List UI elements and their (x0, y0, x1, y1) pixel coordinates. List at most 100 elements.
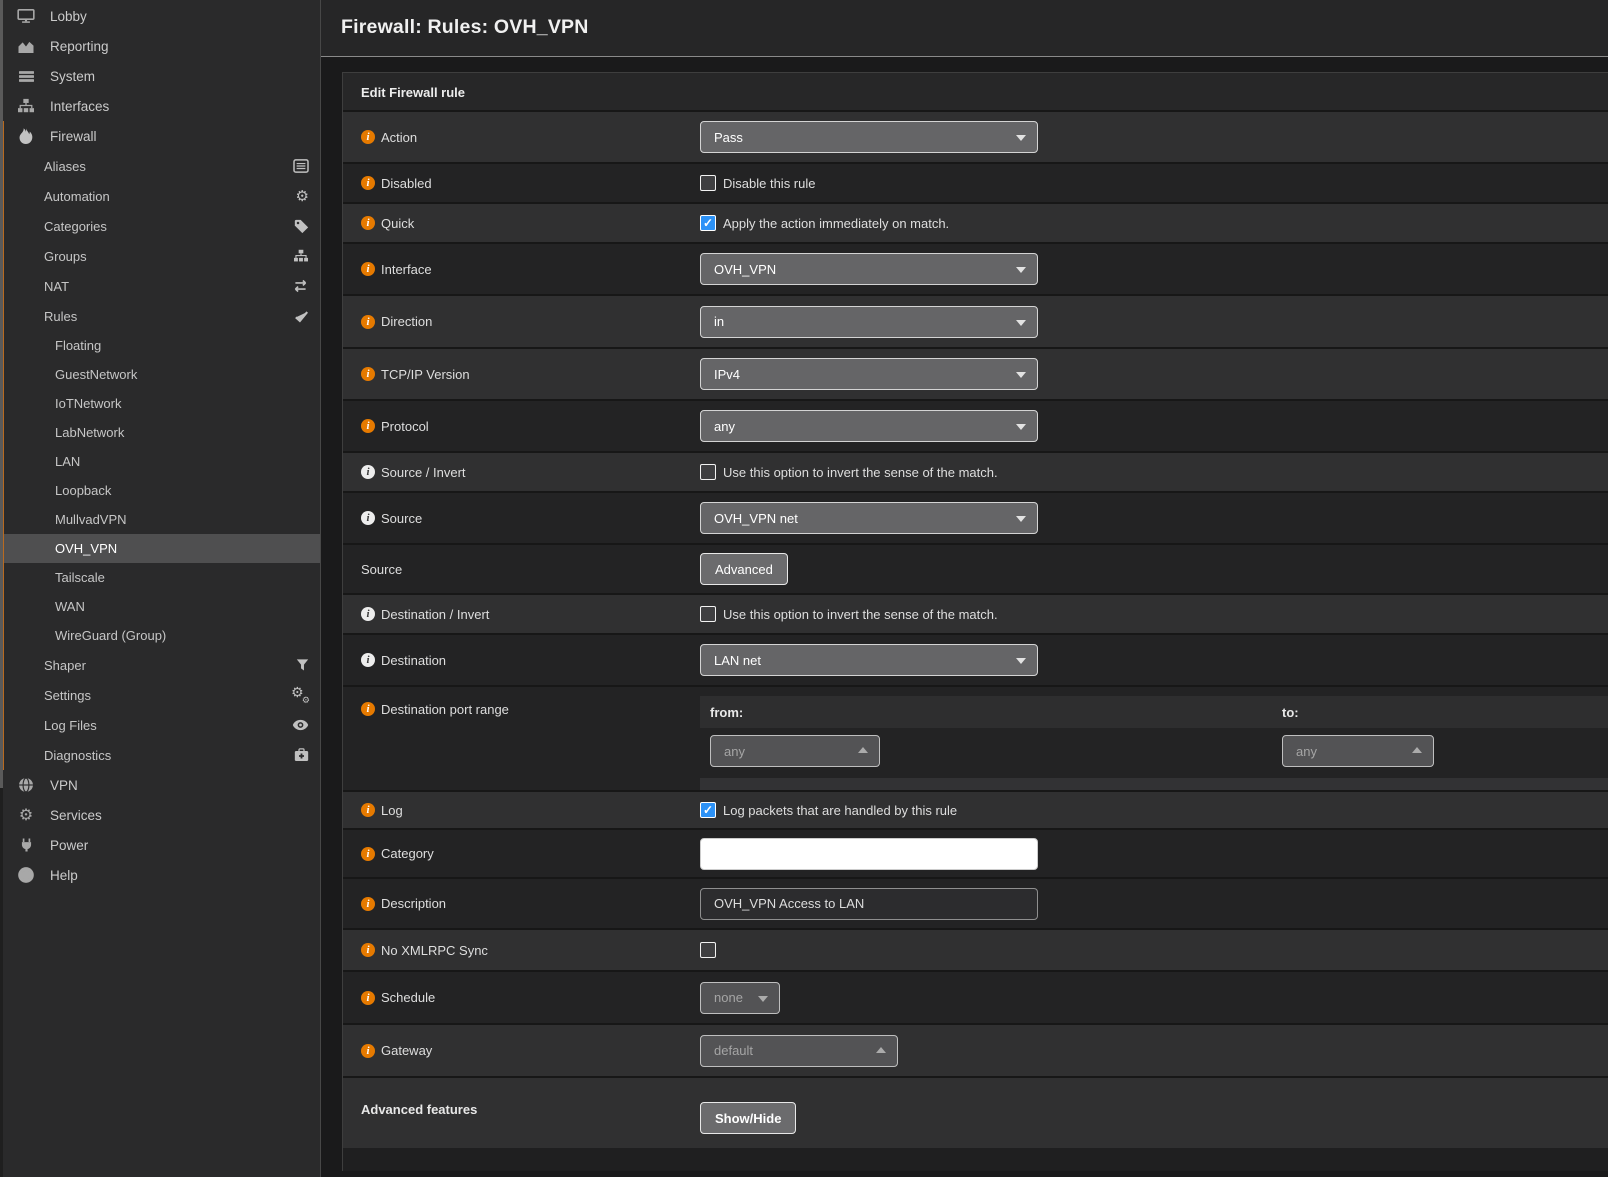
sidebar-item-label: Help (50, 868, 78, 883)
sidebar-item-label: Power (50, 838, 88, 853)
edit-firewall-rule-panel: Edit Firewall rule i Action Pass i (342, 72, 1608, 1171)
sidebar-item-wireguard-group[interactable]: WireGuard (Group) (4, 621, 320, 650)
sidebar-item-reporting[interactable]: Reporting (0, 31, 320, 61)
info-icon[interactable]: i (361, 607, 375, 621)
sidebar-scrollbar-thumb[interactable] (0, 0, 3, 788)
sidebar-item-services[interactable]: ⚙ Services (0, 800, 320, 830)
port-to-select[interactable]: any (1282, 735, 1434, 767)
disabled-checkbox[interactable] (700, 175, 716, 191)
sidebar-item-lobby[interactable]: Lobby (0, 1, 320, 31)
direction-select[interactable]: in (700, 306, 1038, 338)
sidebar-item-label: Firewall (50, 129, 97, 144)
schedule-select[interactable]: none (700, 982, 780, 1014)
info-icon[interactable]: i (361, 803, 375, 817)
row-quick: i Quick Apply the action immediately on … (343, 204, 1608, 244)
main-nav: Lobby Reporting System Interfaces (0, 1, 320, 890)
ip-version-select[interactable]: IPv4 (700, 358, 1038, 390)
interface-select[interactable]: OVH_VPN (700, 253, 1038, 285)
sidebar-item-label: Services (50, 808, 102, 823)
info-icon[interactable]: i (361, 991, 375, 1005)
info-icon[interactable]: i (361, 216, 375, 230)
protocol-select[interactable]: any (700, 410, 1038, 442)
chevron-down-icon (1016, 658, 1026, 664)
field-label: Direction (381, 314, 432, 329)
sidebar-item-help[interactable]: Help (0, 860, 320, 890)
chevron-down-icon (1016, 320, 1026, 326)
category-input[interactable] (700, 838, 1038, 870)
info-icon[interactable]: i (361, 897, 375, 911)
sidebar-item-settings[interactable]: Settings ⚙⚙ (4, 680, 320, 710)
show-hide-button[interactable]: Show/Hide (700, 1102, 796, 1134)
sidebar-item-log-files[interactable]: Log Files (4, 710, 320, 740)
info-icon[interactable]: i (361, 511, 375, 525)
sidebar-item-label: System (50, 69, 95, 84)
row-disabled: i Disabled Disable this rule (343, 164, 1608, 204)
info-icon[interactable]: i (361, 176, 375, 190)
sidebar-scrollbar[interactable] (0, 0, 3, 1177)
row-direction: i Direction in (343, 296, 1608, 349)
port-from-select[interactable]: any (710, 735, 880, 767)
sidebar-item-aliases[interactable]: Aliases (4, 151, 320, 181)
destination-invert-checkbox[interactable] (700, 606, 716, 622)
log-checkbox[interactable] (700, 802, 716, 818)
destination-select[interactable]: LAN net (700, 644, 1038, 676)
field-label: Interface (381, 262, 432, 277)
sidebar-item-labnetwork[interactable]: LabNetwork (4, 418, 320, 447)
info-icon[interactable]: i (361, 847, 375, 861)
info-icon[interactable]: i (361, 130, 375, 144)
chevron-down-icon (758, 996, 768, 1002)
info-icon[interactable]: i (361, 419, 375, 433)
tag-icon (294, 219, 309, 234)
sidebar-item-ovh-vpn-active[interactable]: OVH_VPN (4, 534, 320, 563)
sidebar-item-nat[interactable]: NAT (4, 271, 320, 301)
sidebar-item-firewall[interactable]: Firewall (4, 121, 320, 151)
info-icon[interactable]: i (361, 943, 375, 957)
field-label: Source (381, 511, 422, 526)
description-input[interactable] (700, 888, 1038, 920)
sidebar-section-firewall: Firewall Aliases Automation ⚙ Categories… (0, 121, 320, 770)
sidebar-item-vpn[interactable]: VPN (0, 770, 320, 800)
source-select[interactable]: OVH_VPN net (700, 502, 1038, 534)
row-log: i Log Log packets that are handled by th… (343, 792, 1608, 830)
horizontal-scrollbar[interactable] (700, 778, 1608, 790)
sidebar-item-system[interactable]: System (0, 61, 320, 91)
gateway-select[interactable]: default (700, 1035, 898, 1067)
sidebar-item-categories[interactable]: Categories (4, 211, 320, 241)
info-icon[interactable]: i (361, 315, 375, 329)
sidebar-item-power[interactable]: Power (0, 830, 320, 860)
row-schedule: i Schedule none (343, 972, 1608, 1025)
source-invert-checkbox[interactable] (700, 464, 716, 480)
source-advanced-button[interactable]: Advanced (700, 553, 788, 585)
sidebar-item-loopback[interactable]: Loopback (4, 476, 320, 505)
sidebar-item-rules[interactable]: Rules (4, 301, 320, 331)
quick-checkbox[interactable] (700, 215, 716, 231)
info-icon[interactable]: i (361, 1044, 375, 1058)
info-icon[interactable]: i (361, 653, 375, 667)
sidebar-item-tailscale[interactable]: Tailscale (4, 563, 320, 592)
sidebar-item-lan[interactable]: LAN (4, 447, 320, 476)
sidebar-item-wan[interactable]: WAN (4, 592, 320, 621)
field-label: Destination / Invert (381, 607, 489, 622)
info-icon[interactable]: i (361, 702, 375, 716)
row-category: i Category (343, 830, 1608, 879)
eye-icon (292, 719, 309, 731)
sidebar-item-mullvadvpn[interactable]: MullvadVPN (4, 505, 320, 534)
sidebar-item-diagnostics[interactable]: Diagnostics (4, 740, 320, 770)
sidebar-item-guestnetwork[interactable]: GuestNetwork (4, 360, 320, 389)
info-icon[interactable]: i (361, 465, 375, 479)
no-xmlrpc-checkbox[interactable] (700, 942, 716, 958)
sidebar-item-automation[interactable]: Automation ⚙ (4, 181, 320, 211)
checkbox-label: Log packets that are handled by this rul… (723, 803, 957, 818)
sidebar-item-shaper[interactable]: Shaper (4, 650, 320, 680)
field-label: Destination (381, 653, 446, 668)
field-label: No XMLRPC Sync (381, 943, 488, 958)
sidebar-item-groups[interactable]: Groups (4, 241, 320, 271)
medkit-icon (294, 748, 309, 762)
sidebar-item-floating[interactable]: Floating (4, 331, 320, 360)
info-icon[interactable]: i (361, 367, 375, 381)
row-destination-port-range: i Destination port range from: to: any (343, 687, 1608, 792)
sidebar-item-iotnetwork[interactable]: IoTNetwork (4, 389, 320, 418)
sidebar-item-interfaces[interactable]: Interfaces (0, 91, 320, 121)
action-select[interactable]: Pass (700, 121, 1038, 153)
info-icon[interactable]: i (361, 262, 375, 276)
